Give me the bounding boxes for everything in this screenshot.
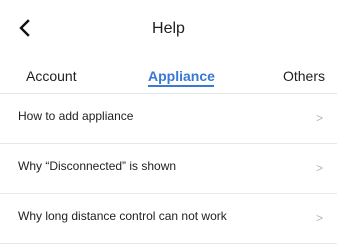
tab-appliance[interactable]: Appliance bbox=[148, 68, 215, 84]
list-item-label: How to add appliance bbox=[18, 109, 134, 123]
chevron-right-icon: > bbox=[315, 211, 323, 225]
list-item-label: Why “Disconnected” is shown bbox=[18, 159, 177, 173]
page-title: Help bbox=[152, 20, 185, 37]
list-item-label: Why long distance control can not work bbox=[18, 209, 227, 223]
chevron-right-icon: > bbox=[315, 161, 323, 175]
help-topic-list: How to add appliance > Why “Disconnected… bbox=[0, 94, 337, 244]
tab-bar: Account Appliance Others bbox=[0, 56, 337, 94]
tab-others[interactable]: Others bbox=[283, 68, 325, 84]
list-item-long-distance-control[interactable]: Why long distance control can not work > bbox=[0, 194, 337, 244]
active-tab-indicator bbox=[148, 85, 214, 87]
chevron-right-icon: > bbox=[315, 111, 323, 125]
list-item-disconnected[interactable]: Why “Disconnected” is shown > bbox=[0, 144, 337, 194]
header-bar: Help bbox=[0, 0, 337, 56]
list-item-add-appliance[interactable]: How to add appliance > bbox=[0, 94, 337, 144]
tab-account[interactable]: Account bbox=[26, 68, 77, 84]
